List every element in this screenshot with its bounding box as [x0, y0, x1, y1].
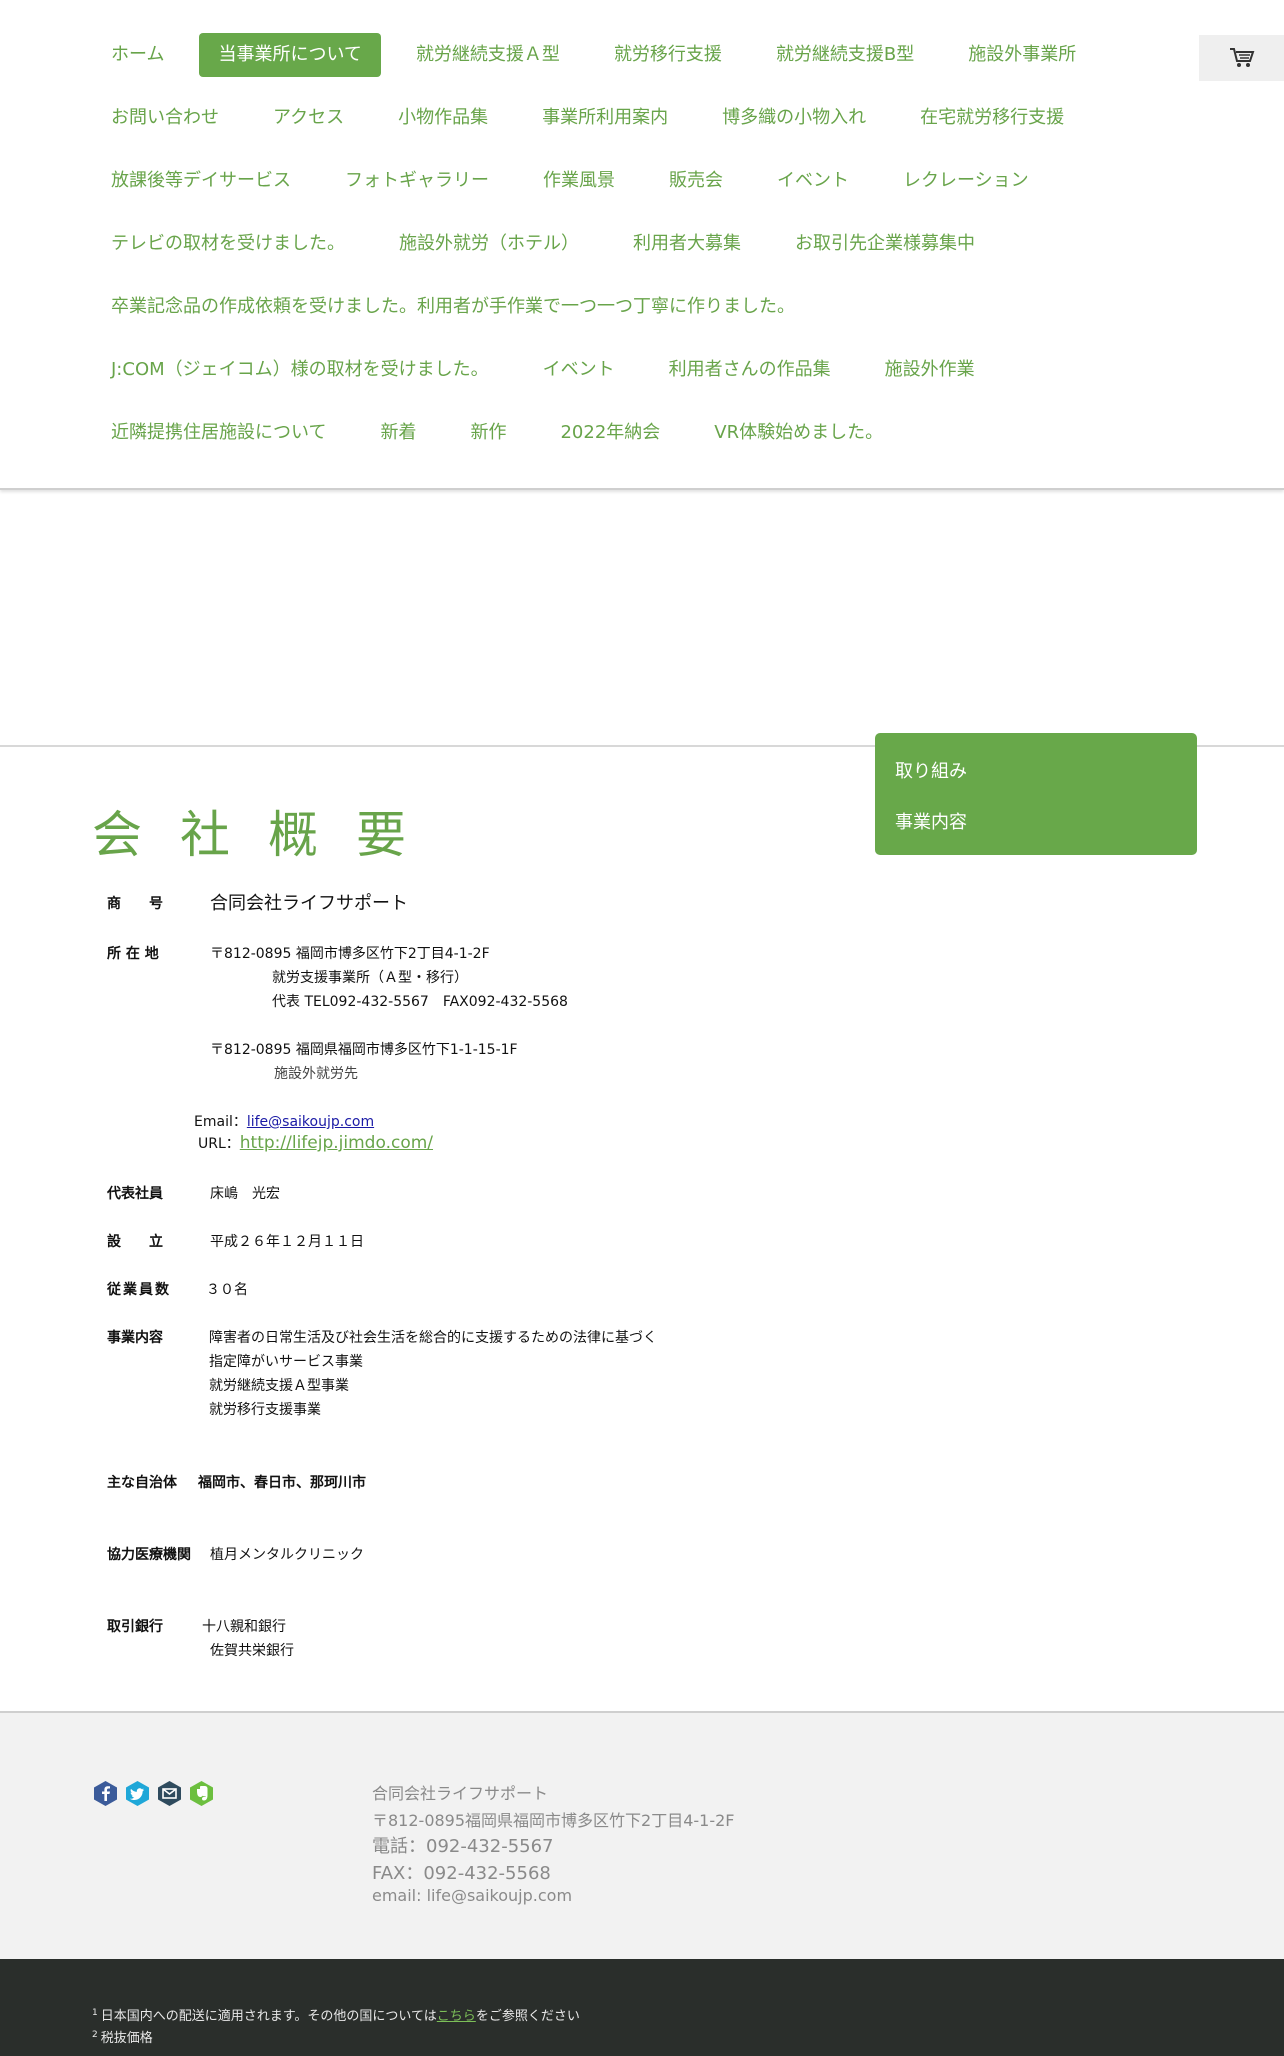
bank-2: 佐賀共栄銀行 — [210, 1643, 294, 1659]
footer-company: 合同会社ライフサポート — [372, 1784, 549, 1803]
nav-item-new-work[interactable]: 新作 — [451, 411, 525, 455]
nav-item-scenes[interactable]: 作業風景 — [524, 159, 634, 203]
main-navigation: ホーム 当事業所について 就労継続支援Ａ型 就労移行支援 就労継続支援B型 施設… — [0, 0, 1284, 490]
medical: 植月メンタルクリニック — [210, 1547, 364, 1563]
evernote-icon[interactable] — [188, 1780, 215, 1807]
nav-row-5: 卒業記念品の作成依頼を受けました。利用者が手作業で一つ一つ丁寧に作りました。 — [92, 285, 830, 329]
submenu-item-business[interactable]: 事業内容 — [895, 808, 967, 834]
nav-row-7: 近隣提携住居施設について 新着 新作 2022年納会 VR体験始めました。 — [92, 411, 918, 455]
url-label: URL： — [198, 1136, 240, 1152]
nav-item-transition[interactable]: 就労移行支援 — [595, 33, 741, 77]
footnote-2-text: 税抜価格 — [100, 2031, 153, 2046]
nav-item-hakata[interactable]: 博多織の小物入れ — [703, 96, 885, 140]
label-established: 設 立 — [107, 1234, 163, 1250]
footer — [0, 1711, 1284, 1961]
nav-item-recruit[interactable]: 利用者大募集 — [614, 222, 760, 266]
footnote-1-number: 1 — [92, 2007, 98, 2018]
nav-item-hotel[interactable]: 施設外就労（ホテル） — [380, 222, 598, 266]
footer-phone: 電話：092-432-5567 — [372, 1836, 554, 1857]
url-link[interactable]: http://lifejp.jimdo.com/ — [240, 1133, 433, 1153]
business-line-3: 就労継続支援Ａ型事業 — [209, 1378, 349, 1394]
footer-address: 〒812-0895福岡県福岡市博多区竹下2丁目4-1-2F — [372, 1811, 735, 1830]
cart-icon — [1229, 48, 1254, 67]
business-line-1: 障害者の日常生活及び社会生活を総合的に支援するための法律に基づく — [209, 1330, 657, 1346]
label-representative: 代表社員 — [107, 1186, 163, 1202]
nav-item-partners[interactable]: お取引先企業様募集中 — [776, 222, 994, 266]
cart-button[interactable] — [1199, 35, 1284, 81]
label-municipalities: 主な自治体 — [107, 1475, 177, 1491]
nav-item-afterschool[interactable]: 放課後等デイサービス — [92, 159, 310, 203]
footnote-1-text-end: をご参照ください — [475, 2009, 580, 2024]
nav-item-tv[interactable]: テレビの取材を受けました。 — [92, 222, 364, 266]
nav-item-event-2[interactable]: イベント — [524, 348, 634, 392]
business-line-2: 指定障がいサービス事業 — [209, 1354, 363, 1370]
company-name: 合同会社ライフサポート — [210, 893, 408, 914]
nav-item-home[interactable]: ホーム — [92, 33, 183, 77]
nav-row-6: J:COM（ジェイコム）様の取材を受けました。 イベント 利用者さんの作品集 施… — [92, 348, 1010, 392]
nav-item-remote[interactable]: 在宅就労移行支援 — [901, 96, 1083, 140]
footer-fax: FAX：092-432-5568 — [372, 1863, 551, 1884]
nav-item-guide[interactable]: 事業所利用案内 — [523, 96, 687, 140]
sub-navigation: 取り組み 事業内容 — [875, 733, 1197, 855]
nav-item-about[interactable]: 当事業所について — [199, 33, 381, 77]
label-employees: 従業員数 — [107, 1282, 171, 1298]
nav-item-vr[interactable]: VR体験始めました。 — [695, 411, 902, 455]
footer-email: email: life@saikoujp.com — [372, 1886, 573, 1905]
nav-item-offsite-work[interactable]: 施設外作業 — [866, 348, 994, 392]
nav-item-user-works[interactable]: 利用者さんの作品集 — [650, 348, 850, 392]
address-line-2: 就労支援事業所（Ａ型・移行） — [272, 970, 468, 986]
business-line-4: 就労移行支援事業 — [209, 1402, 321, 1418]
footnote-1-link[interactable]: こちら — [437, 2009, 476, 2024]
label-address: 所 在 地 — [107, 946, 159, 962]
nav-item-type-a[interactable]: 就労継続支援Ａ型 — [397, 33, 579, 77]
footnote-1-text: 日本国内への配送に適用されます。その他の国については — [100, 2009, 437, 2024]
email-row: Email：life@saikoujp.com — [194, 1111, 374, 1131]
page-title: 会社概要 — [92, 806, 444, 864]
submenu-item-initiatives[interactable]: 取り組み — [895, 757, 967, 783]
label-company-name: 商 号 — [107, 896, 163, 912]
nav-item-jcom[interactable]: J:COM（ジェイコム）様の取材を受けました。 — [92, 348, 508, 392]
address-line-3: 代表 TEL092-432-5567 FAX092-432-5568 — [272, 994, 568, 1010]
url-row: URL：http://lifejp.jimdo.com/ — [198, 1133, 433, 1153]
label-bank: 取引銀行 — [107, 1619, 163, 1635]
nav-row-3: 放課後等デイサービス フォトギャラリー 作業風景 販売会 イベント レクレーショ… — [92, 159, 1064, 203]
footnote-2: 2 税抜価格 — [92, 2027, 153, 2046]
nav-item-contact[interactable]: お問い合わせ — [92, 96, 238, 140]
nav-item-2022[interactable]: 2022年納会 — [541, 411, 679, 455]
email-icon[interactable] — [156, 1780, 183, 1807]
employees: ３０名 — [206, 1282, 248, 1298]
nav-item-offsite[interactable]: 施設外事業所 — [949, 33, 1095, 77]
nav-row-4: テレビの取材を受けました。 施設外就労（ホテル） 利用者大募集 お取引先企業様募… — [92, 222, 1010, 266]
nav-item-works[interactable]: 小物作品集 — [379, 96, 507, 140]
nav-item-type-b[interactable]: 就労継続支援B型 — [757, 33, 933, 77]
twitter-icon[interactable] — [124, 1780, 151, 1807]
nav-row-1: ホーム 当事業所について 就労継続支援Ａ型 就労移行支援 就労継続支援B型 施設… — [92, 33, 1111, 77]
nav-item-sales[interactable]: 販売会 — [650, 159, 742, 203]
nav-item-recreation[interactable]: レクレーション — [884, 159, 1048, 203]
representative: 床嶋 光宏 — [210, 1186, 280, 1202]
footnote-2-number: 2 — [92, 2029, 98, 2040]
facebook-icon[interactable] — [92, 1780, 119, 1807]
label-medical: 協力医療機関 — [107, 1547, 191, 1563]
nav-item-access[interactable]: アクセス — [254, 96, 363, 140]
label-business: 事業内容 — [107, 1330, 163, 1346]
nav-item-housing[interactable]: 近隣提携住居施設について — [92, 411, 345, 455]
established: 平成２６年１２月１１日 — [210, 1234, 364, 1250]
email-link[interactable]: life@saikoujp.com — [247, 1114, 374, 1130]
address2-line-2: 施設外就労先 — [274, 1066, 358, 1082]
nav-item-gallery[interactable]: フォトギャラリー — [326, 159, 508, 203]
address2-line-1: 〒812-0895 福岡県福岡市博多区竹下1-1-15-1F — [210, 1042, 518, 1058]
bank-1: 十八親和銀行 — [202, 1619, 286, 1635]
nav-item-event[interactable]: イベント — [758, 159, 868, 203]
footnote-1: 1 日本国内への配送に適用されます。その他の国についてはこちらをご参照ください — [92, 2005, 580, 2024]
municipalities: 福岡市、春日市、那珂川市 — [198, 1475, 366, 1491]
nav-item-graduation[interactable]: 卒業記念品の作成依頼を受けました。利用者が手作業で一つ一つ丁寧に作りました。 — [92, 285, 814, 329]
email-label: Email： — [194, 1114, 247, 1130]
nav-row-2: お問い合わせ アクセス 小物作品集 事業所利用案内 博多織の小物入れ 在宅就労移… — [92, 96, 1099, 140]
address-line-1: 〒812-0895 福岡市博多区竹下2丁目4-1-2F — [210, 946, 490, 962]
nav-item-new[interactable]: 新着 — [361, 411, 435, 455]
